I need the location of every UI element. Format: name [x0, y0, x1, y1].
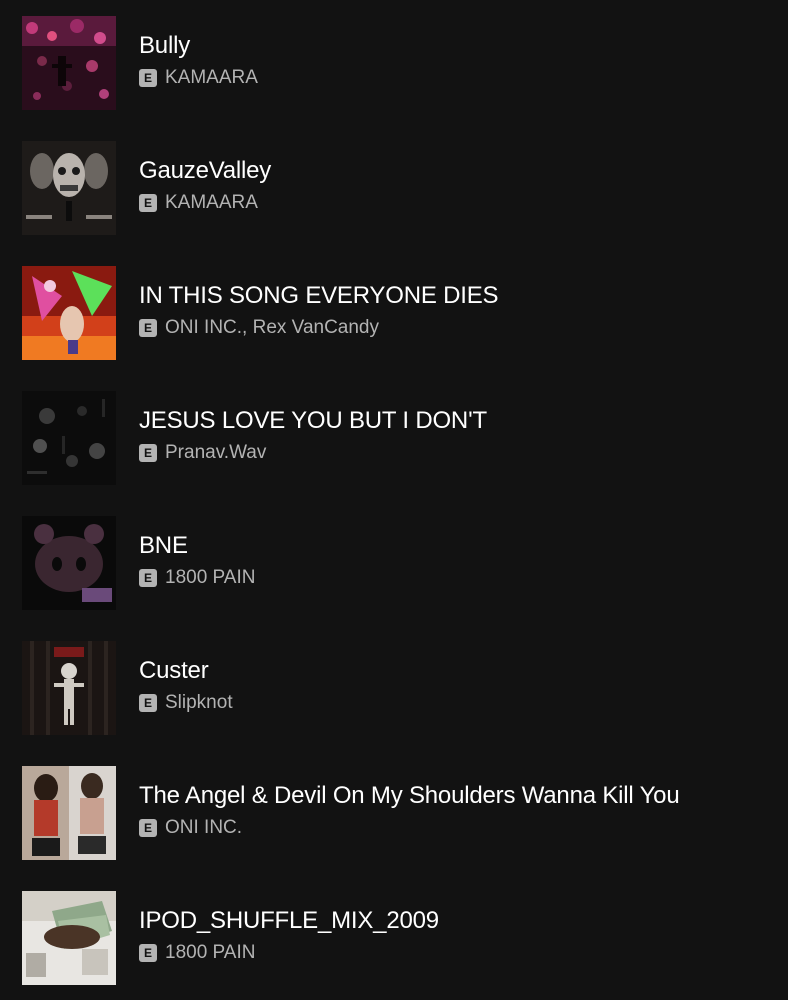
- album-cover[interactable]: [22, 766, 116, 860]
- track-info: GauzeValley E KAMAARA: [139, 155, 768, 215]
- track-artist[interactable]: 1800 PAIN: [165, 566, 255, 590]
- explicit-badge: E: [139, 69, 157, 87]
- track-title[interactable]: Bully: [139, 30, 768, 62]
- track-artist[interactable]: 1800 PAIN: [165, 941, 255, 965]
- album-cover[interactable]: [22, 391, 116, 485]
- track-subline: E Slipknot: [139, 691, 768, 715]
- track-row[interactable]: IPOD_SHUFFLE_MIX_2009 E 1800 PAIN: [0, 875, 788, 1000]
- explicit-badge: E: [139, 194, 157, 212]
- album-cover[interactable]: [22, 16, 116, 110]
- album-art-icon: [22, 641, 116, 735]
- track-title[interactable]: IN THIS SONG EVERYONE DIES: [139, 280, 768, 312]
- track-subline: E KAMAARA: [139, 191, 768, 215]
- track-subline: E ONI INC., Rex VanCandy: [139, 316, 768, 340]
- track-title[interactable]: The Angel & Devil On My Shoulders Wanna …: [139, 780, 768, 812]
- track-subline: E 1800 PAIN: [139, 566, 768, 590]
- track-row[interactable]: BNE E 1800 PAIN: [0, 500, 788, 625]
- explicit-badge: E: [139, 319, 157, 337]
- album-cover[interactable]: [22, 516, 116, 610]
- explicit-badge: E: [139, 944, 157, 962]
- explicit-badge: E: [139, 569, 157, 587]
- track-title[interactable]: JESUS LOVE YOU BUT I DON'T: [139, 405, 768, 437]
- explicit-badge: E: [139, 444, 157, 462]
- explicit-badge: E: [139, 819, 157, 837]
- album-art-icon: [22, 141, 116, 235]
- track-info: BNE E 1800 PAIN: [139, 530, 768, 590]
- track-info: The Angel & Devil On My Shoulders Wanna …: [139, 780, 768, 840]
- track-info: JESUS LOVE YOU BUT I DON'T E Pranav.Wav: [139, 405, 768, 465]
- album-art-icon: [22, 266, 116, 360]
- track-artist[interactable]: Pranav.Wav: [165, 441, 266, 465]
- track-subline: E 1800 PAIN: [139, 941, 768, 965]
- album-art-icon: [22, 516, 116, 610]
- track-row[interactable]: The Angel & Devil On My Shoulders Wanna …: [0, 750, 788, 875]
- track-row[interactable]: GauzeValley E KAMAARA: [0, 125, 788, 250]
- album-cover[interactable]: [22, 891, 116, 985]
- explicit-badge: E: [139, 694, 157, 712]
- track-row[interactable]: Custer E Slipknot: [0, 625, 788, 750]
- track-title[interactable]: BNE: [139, 530, 768, 562]
- track-info: Bully E KAMAARA: [139, 30, 768, 90]
- track-artist[interactable]: ONI INC.: [165, 816, 242, 840]
- track-title[interactable]: Custer: [139, 655, 768, 687]
- track-info: IN THIS SONG EVERYONE DIES E ONI INC., R…: [139, 280, 768, 340]
- track-artist[interactable]: Slipknot: [165, 691, 233, 715]
- track-title[interactable]: IPOD_SHUFFLE_MIX_2009: [139, 905, 768, 937]
- track-subline: E Pranav.Wav: [139, 441, 768, 465]
- track-artist[interactable]: KAMAARA: [165, 66, 258, 90]
- track-artist[interactable]: KAMAARA: [165, 191, 258, 215]
- album-art-icon: [22, 16, 116, 110]
- album-cover[interactable]: [22, 641, 116, 735]
- album-art-icon: [22, 391, 116, 485]
- track-subline: E KAMAARA: [139, 66, 768, 90]
- album-art-icon: [22, 891, 116, 985]
- track-row[interactable]: Bully E KAMAARA: [0, 0, 788, 125]
- track-title[interactable]: GauzeValley: [139, 155, 768, 187]
- album-art-icon: [22, 766, 116, 860]
- track-subline: E ONI INC.: [139, 816, 768, 840]
- track-info: IPOD_SHUFFLE_MIX_2009 E 1800 PAIN: [139, 905, 768, 965]
- track-row[interactable]: IN THIS SONG EVERYONE DIES E ONI INC., R…: [0, 250, 788, 375]
- album-cover[interactable]: [22, 266, 116, 360]
- track-info: Custer E Slipknot: [139, 655, 768, 715]
- track-row[interactable]: JESUS LOVE YOU BUT I DON'T E Pranav.Wav: [0, 375, 788, 500]
- track-artist[interactable]: ONI INC., Rex VanCandy: [165, 316, 379, 340]
- album-cover[interactable]: [22, 141, 116, 235]
- track-list: Bully E KAMAARA GauzeValley E KAMAARA IN…: [0, 0, 788, 1000]
